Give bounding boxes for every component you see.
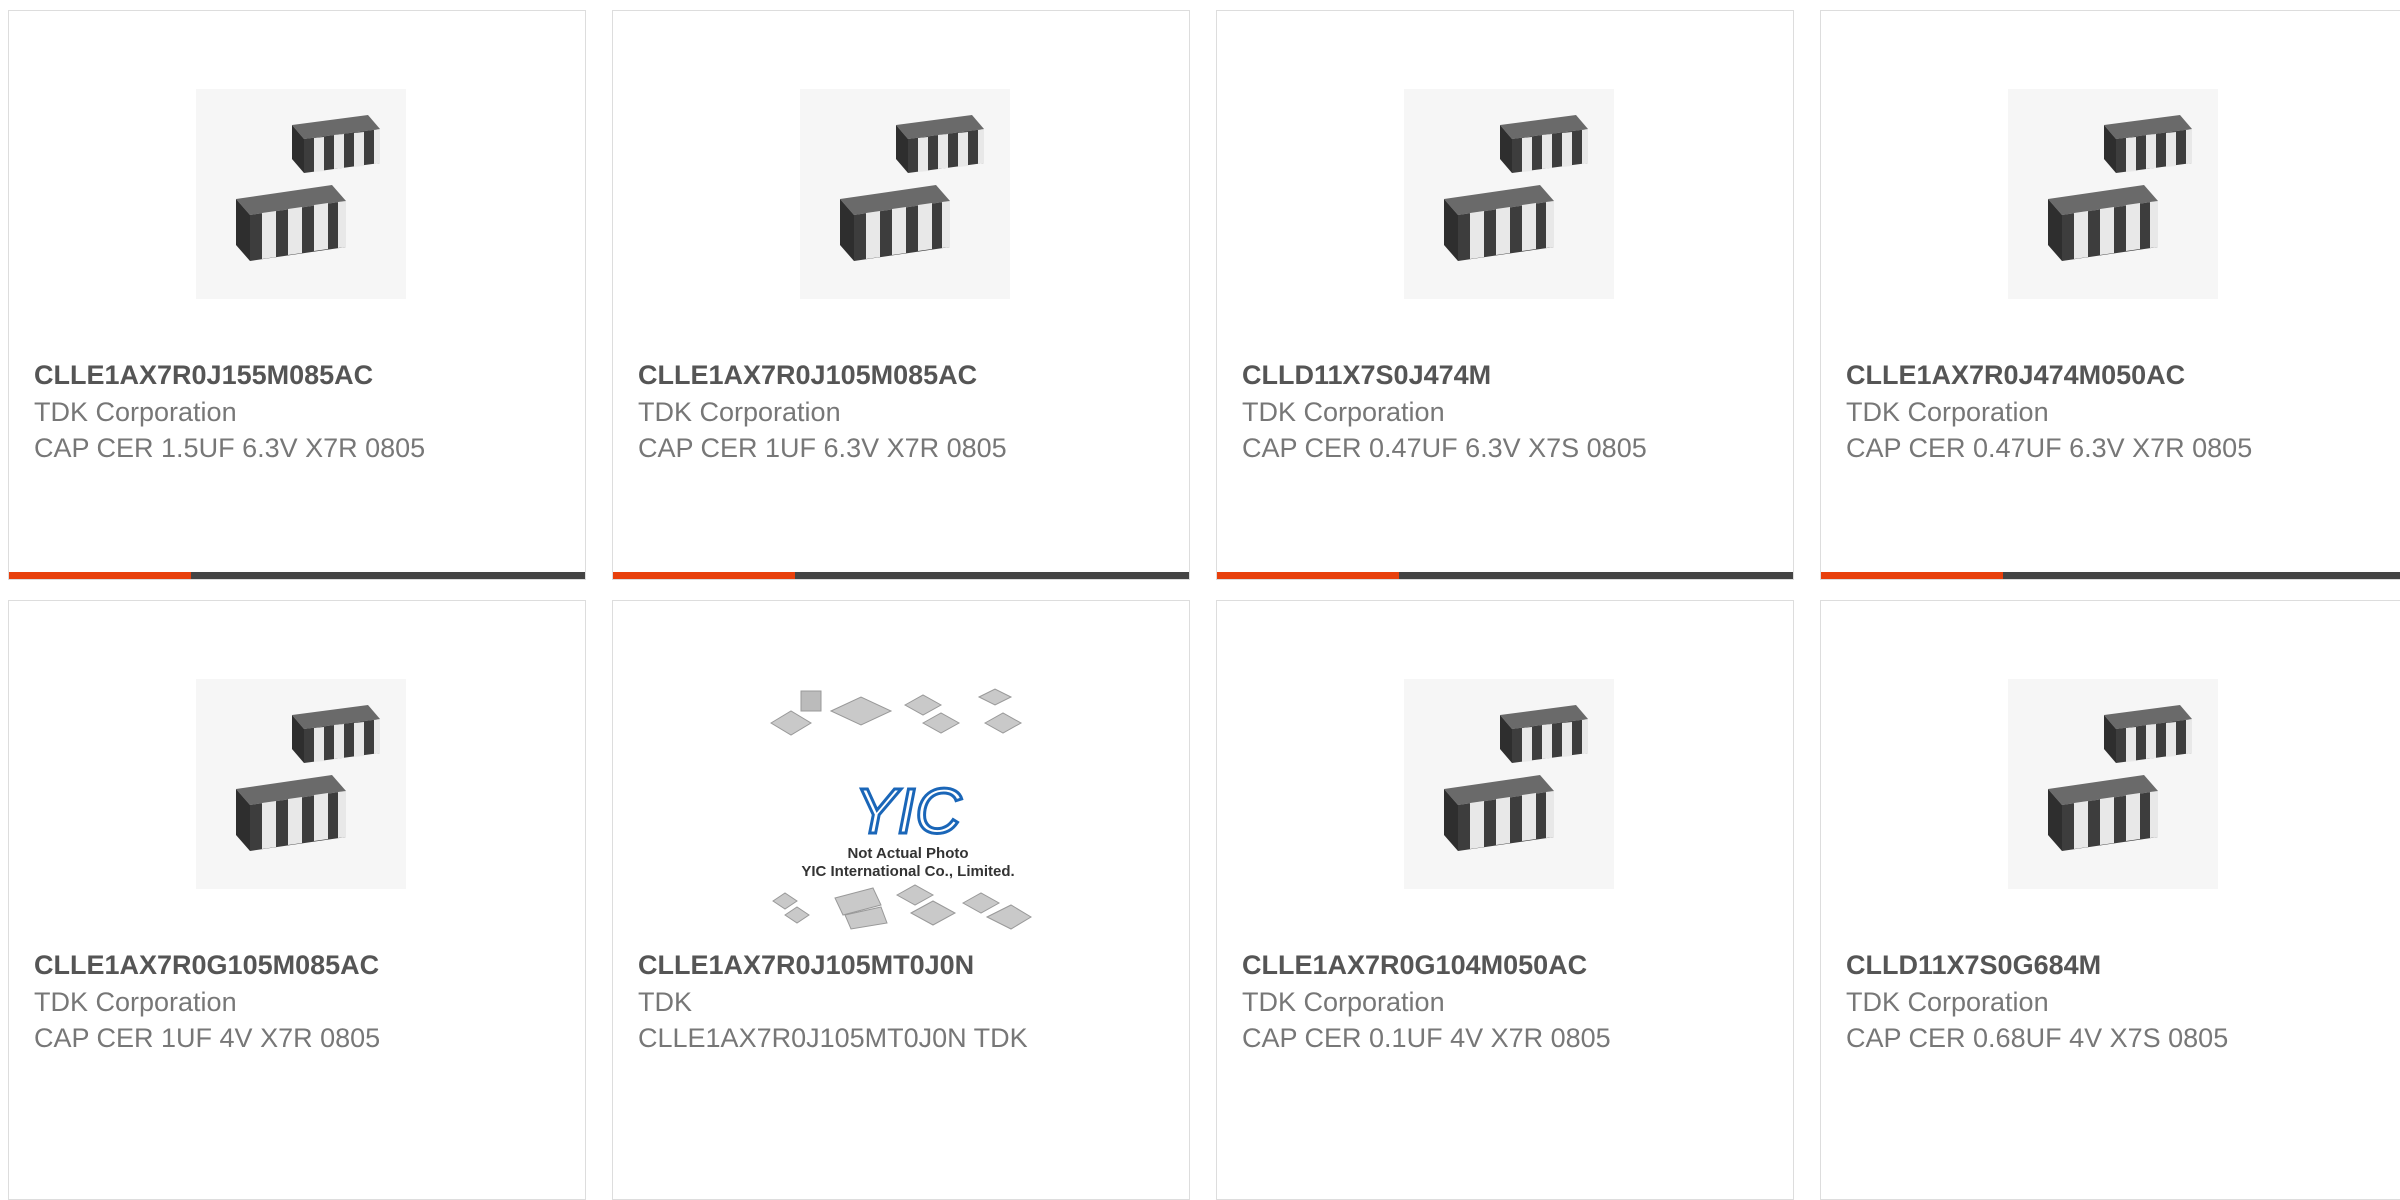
card-bottom-bar [1217, 572, 1793, 579]
product-description: CAP CER 1UF 6.3V X7R 0805 [638, 433, 1007, 463]
capacitor-array-icon[interactable] [1404, 89, 1614, 299]
manufacturer: TDK Corporation [1242, 987, 1445, 1017]
card-accent-bar [1821, 572, 2003, 579]
product-card[interactable]: CLLE1AX7R0J155M085AC TDK Corporation CAP… [8, 10, 586, 580]
manufacturer: TDK Corporation [34, 987, 237, 1017]
product-description: CAP CER 0.47UF 6.3V X7S 0805 [1242, 433, 1647, 463]
product-card[interactable]: YIC Not Actual Photo YIC International C… [612, 600, 1190, 1200]
capacitor-array-icon[interactable] [2008, 679, 2218, 889]
product-description: CAP CER 0.68UF 4V X7S 0805 [1846, 1023, 2229, 1053]
capacitor-array-icon[interactable] [800, 89, 1010, 299]
card-bottom-bar [9, 572, 585, 579]
capacitor-array-icon[interactable] [2008, 89, 2218, 299]
not-actual-photo-placeholder[interactable]: YIC Not Actual Photo YIC International C… [763, 683, 1053, 933]
manufacturer: TDK Corporation [1846, 397, 2049, 427]
part-number[interactable]: CLLE1AX7R0G105M085AC [34, 946, 560, 984]
product-card[interactable]: CLLE1AX7R0G105M085AC TDK Corporation CAP… [8, 600, 586, 1200]
part-number[interactable]: CLLE1AX7R0J105M085AC [638, 356, 1164, 394]
part-number[interactable]: CLLE1AX7R0J105MT0J0N [638, 946, 1164, 984]
part-number[interactable]: CLLE1AX7R0J474M050AC [1846, 356, 2375, 394]
manufacturer: TDK Corporation [1242, 397, 1445, 427]
card-bottom-bar [613, 572, 1189, 579]
product-card[interactable]: CLLD11X7S0G684M TDK Corporation CAP CER … [1820, 600, 2400, 1200]
manufacturer: TDK Corporation [34, 397, 237, 427]
card-bottom-bar [1821, 572, 2400, 579]
product-description: CAP CER 1.5UF 6.3V X7R 0805 [34, 433, 426, 463]
product-info: CLLE1AX7R0G104M050AC TDK Corporation CAP… [1242, 946, 1768, 1056]
capacitor-array-icon[interactable] [1404, 679, 1614, 889]
svg-text:Not Actual Photo: Not Actual Photo [847, 845, 968, 862]
product-description: CAP CER 0.47UF 6.3V X7R 0805 [1846, 433, 2253, 463]
manufacturer: TDK Corporation [1846, 987, 2049, 1017]
product-info: CLLE1AX7R0J105M085AC TDK Corporation CAP… [638, 356, 1164, 466]
product-info: CLLE1AX7R0J105MT0J0N TDK CLLE1AX7R0J105M… [638, 946, 1164, 1056]
product-grid: CLLE1AX7R0J155M085AC TDK Corporation CAP… [0, 0, 2400, 1200]
product-info: CLLD11X7S0G684M TDK Corporation CAP CER … [1846, 946, 2375, 1056]
product-card[interactable]: CLLE1AX7R0G104M050AC TDK Corporation CAP… [1216, 600, 1794, 1200]
product-info: CLLE1AX7R0J155M085AC TDK Corporation CAP… [34, 356, 560, 466]
manufacturer: TDK Corporation [638, 397, 841, 427]
part-number[interactable]: CLLD11X7S0G684M [1846, 946, 2375, 984]
product-info: CLLE1AX7R0G105M085AC TDK Corporation CAP… [34, 946, 560, 1056]
svg-text:YIC International Co., Limited: YIC International Co., Limited. [801, 863, 1014, 880]
product-info: CLLE1AX7R0J474M050AC TDK Corporation CAP… [1846, 356, 2375, 466]
part-number[interactable]: CLLD11X7S0J474M [1242, 356, 1768, 394]
svg-text:YIC: YIC [855, 775, 962, 847]
card-accent-bar [613, 572, 795, 579]
part-number[interactable]: CLLE1AX7R0G104M050AC [1242, 946, 1768, 984]
manufacturer: TDK [638, 987, 692, 1017]
product-card[interactable]: CLLE1AX7R0J105M085AC TDK Corporation CAP… [612, 10, 1190, 580]
product-card[interactable]: CLLE1AX7R0J474M050AC TDK Corporation CAP… [1820, 10, 2400, 580]
card-accent-bar [9, 572, 191, 579]
product-card[interactable]: CLLD11X7S0J474M TDK Corporation CAP CER … [1216, 10, 1794, 580]
card-accent-bar [1217, 572, 1399, 579]
capacitor-array-icon[interactable] [196, 89, 406, 299]
product-info: CLLD11X7S0J474M TDK Corporation CAP CER … [1242, 356, 1768, 466]
placeholder-image: YIC Not Actual Photo YIC International C… [770, 688, 1032, 930]
part-number[interactable]: CLLE1AX7R0J155M085AC [34, 356, 560, 394]
product-description: CLLE1AX7R0J105MT0J0N TDK [638, 1023, 1028, 1053]
product-description: CAP CER 0.1UF 4V X7R 0805 [1242, 1023, 1611, 1053]
product-description: CAP CER 1UF 4V X7R 0805 [34, 1023, 381, 1053]
capacitor-array-icon[interactable] [196, 679, 406, 889]
